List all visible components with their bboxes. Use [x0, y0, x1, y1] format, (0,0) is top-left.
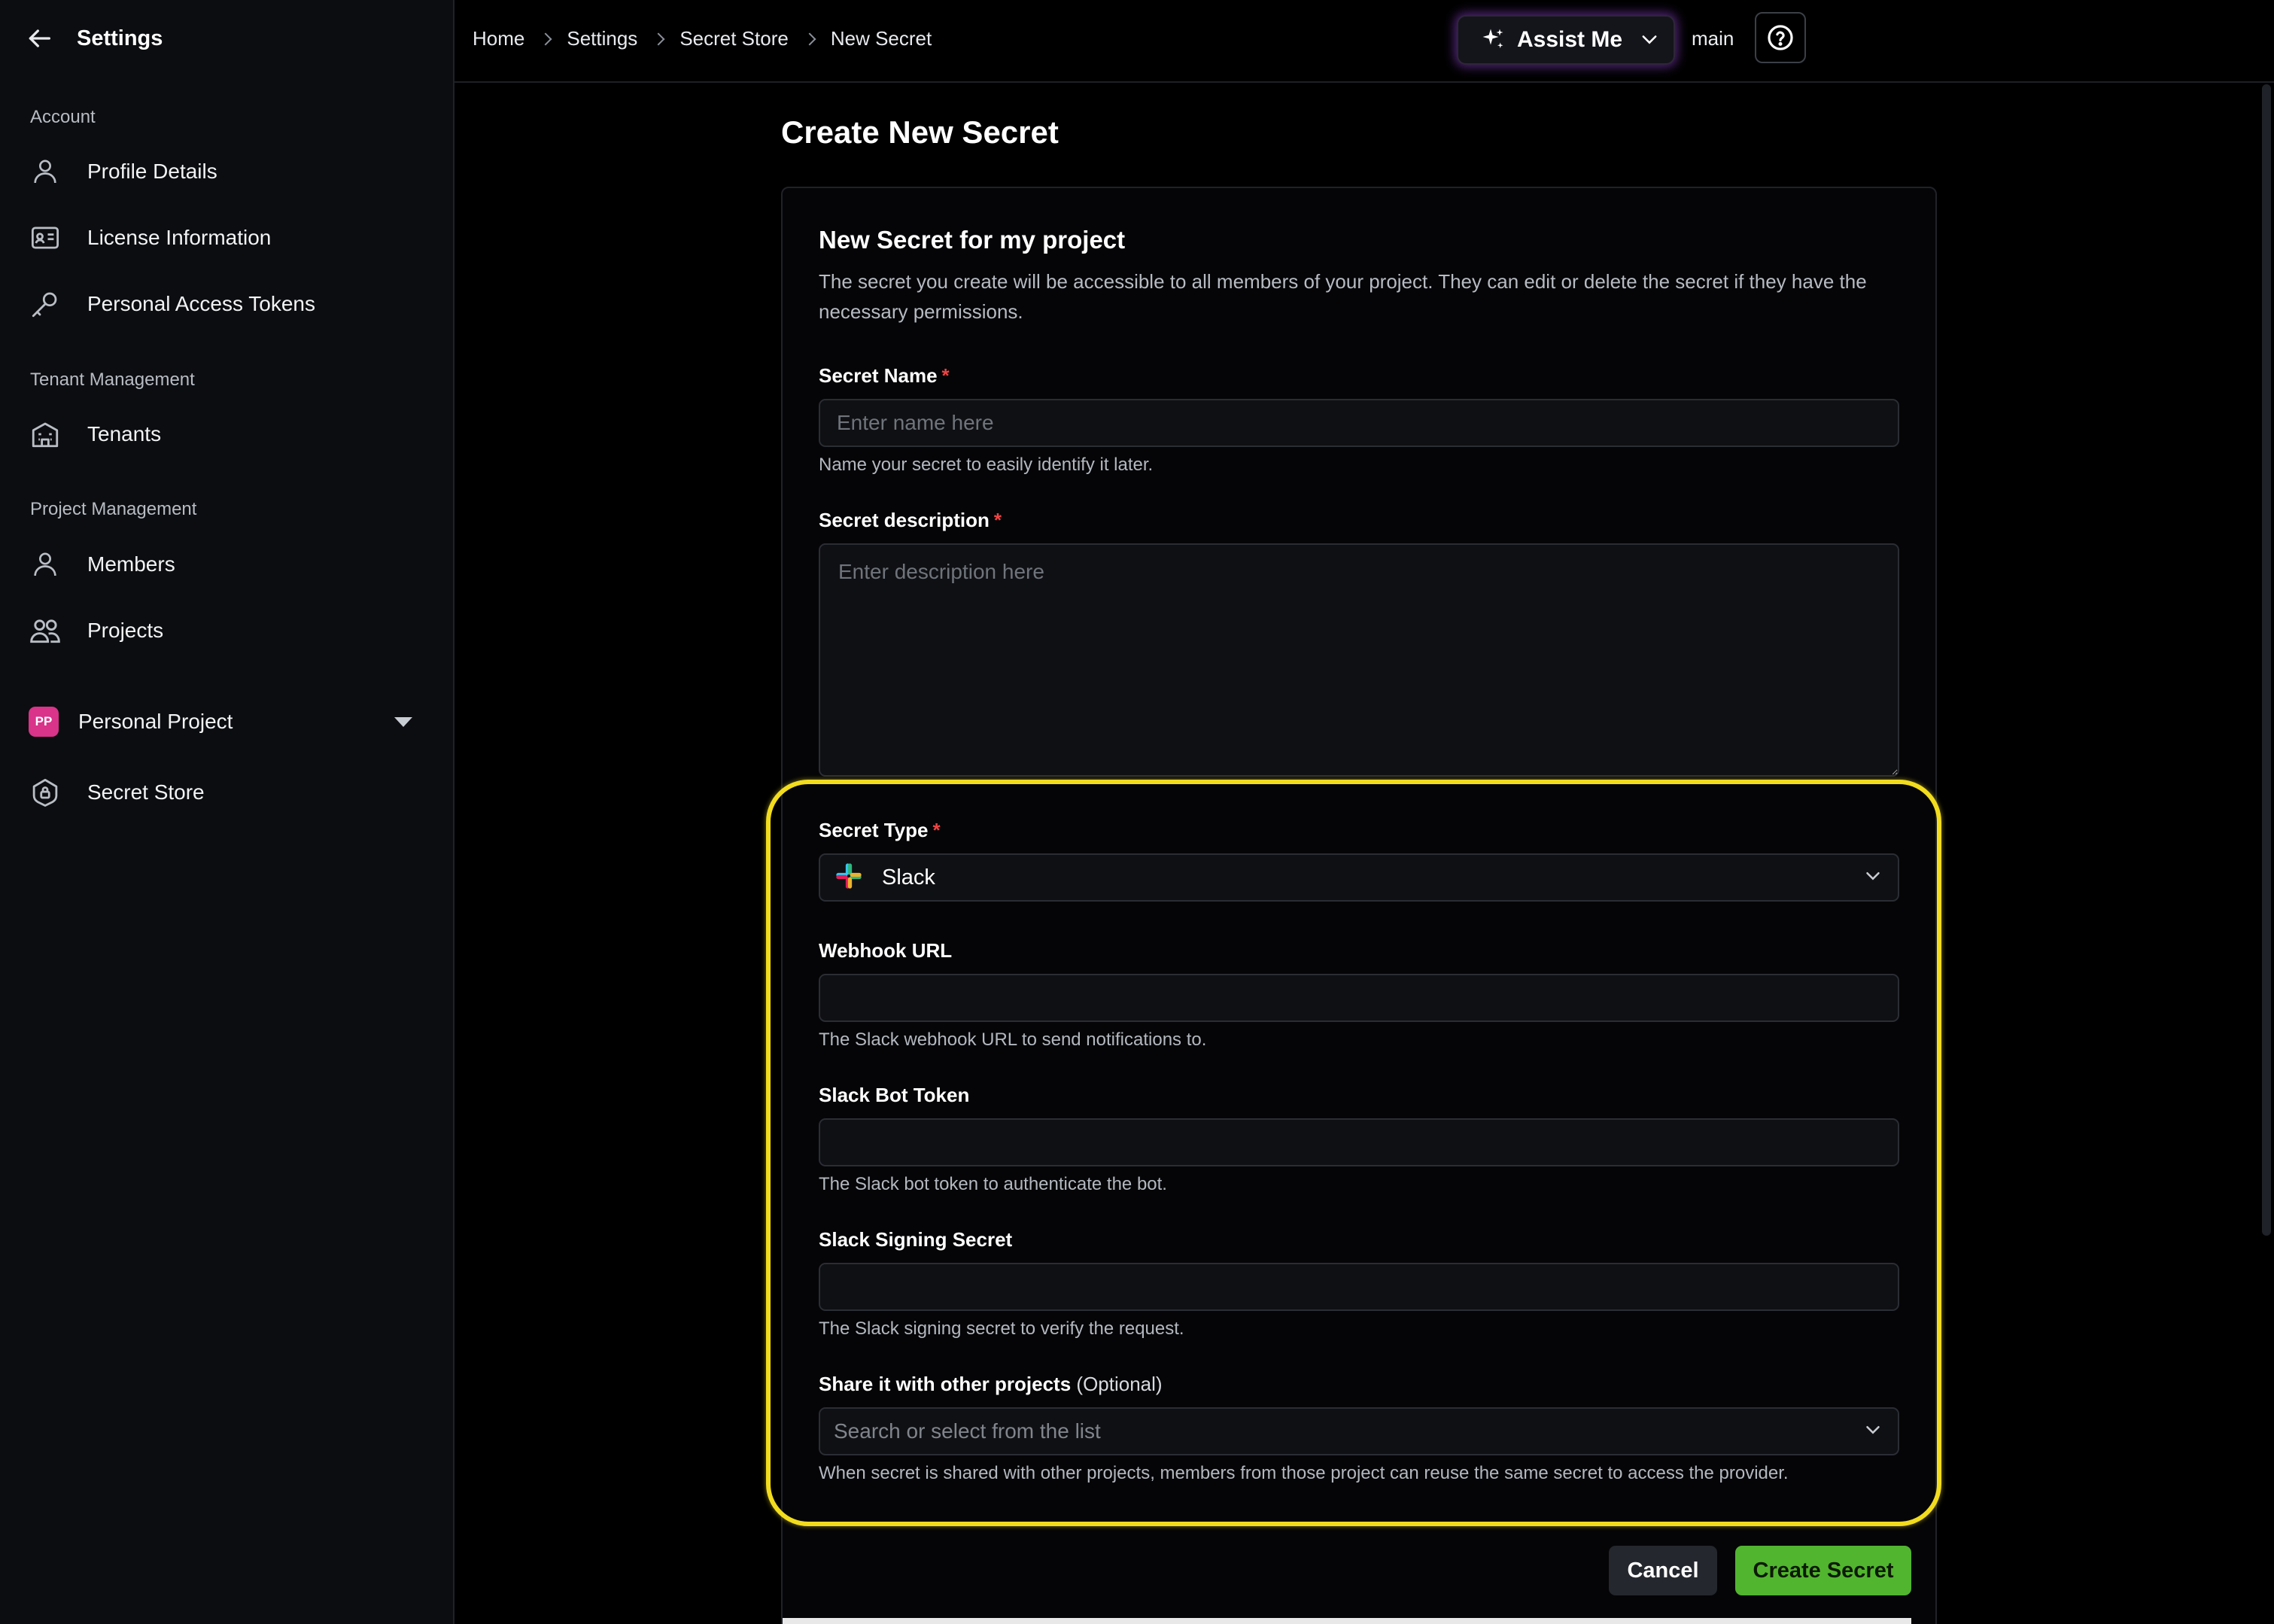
footer-edge: [783, 1618, 1911, 1624]
slack-signing-secret-label: Slack Signing Secret: [819, 1228, 1013, 1251]
sidebar-item-label: Personal Access Tokens: [87, 292, 315, 315]
slack-logo-icon: [834, 861, 864, 895]
sidebar-item-profile-details[interactable]: Profile Details: [29, 147, 427, 196]
assist-me-label: Assist Me: [1517, 27, 1623, 52]
secret-name-label-text: Secret Name: [819, 364, 938, 387]
app-root: Settings Account Profile Details License…: [0, 0, 2274, 1624]
sidebar-item-label: Projects: [87, 619, 164, 642]
webhook-url-input[interactable]: [819, 974, 1899, 1022]
chevron-down-icon: [1639, 29, 1660, 52]
project-badge: PP: [29, 707, 59, 737]
caret-down-icon: [394, 716, 412, 727]
breadcrumb-home[interactable]: Home: [473, 27, 524, 50]
card-description: The secret you create will be accessible…: [819, 270, 1867, 323]
slack-signing-secret-input[interactable]: [819, 1263, 1899, 1311]
secret-description-label: Secret description *: [819, 509, 1002, 532]
breadcrumb: Home Settings Secret Store New Secret: [473, 27, 932, 50]
chevron-down-icon: [1862, 865, 1884, 891]
secret-name-hint: Name your secret to easily identify it l…: [819, 455, 1154, 475]
secret-description-textarea[interactable]: [819, 543, 1899, 777]
user-icon: [29, 548, 62, 581]
breadcrumb-settings[interactable]: Settings: [567, 27, 637, 50]
chevron-down-icon: [1862, 1419, 1884, 1445]
assist-me-button[interactable]: Assist Me: [1457, 15, 1675, 65]
section-label-account: Account: [30, 107, 96, 127]
required-marker: *: [941, 364, 950, 387]
slack-bot-token-hint: The Slack bot token to authenticate the …: [819, 1174, 1167, 1194]
sidebar-item-personal-access-tokens[interactable]: Personal Access Tokens: [29, 280, 427, 328]
sidebar-item-license-information[interactable]: License Information: [29, 214, 427, 262]
sidebar: Settings Account Profile Details License…: [0, 0, 454, 1624]
id-card-icon: [29, 221, 62, 254]
chevron-right-icon: [539, 32, 552, 45]
page-title: Create New Secret: [781, 114, 1059, 150]
sparkles-icon: [1479, 26, 1506, 55]
sidebar-item-secret-store[interactable]: Secret Store: [29, 768, 427, 817]
optional-marker: (Optional): [1076, 1373, 1163, 1395]
share-projects-hint: When secret is shared with other project…: [819, 1463, 1789, 1483]
secret-type-select[interactable]: Slack: [819, 853, 1899, 902]
cancel-button[interactable]: Cancel: [1609, 1546, 1717, 1595]
sidebar-item-label: Members: [87, 552, 175, 576]
secret-name-label: Secret Name *: [819, 364, 950, 388]
sidebar-item-label: Secret Store: [87, 780, 205, 804]
lock-shield-icon: [29, 776, 62, 809]
project-switcher-label: Personal Project: [78, 710, 233, 733]
help-icon[interactable]: [1755, 12, 1806, 63]
secret-type-label: Secret Type *: [819, 819, 941, 842]
share-projects-placeholder: Search or select from the list: [834, 1419, 1101, 1443]
webhook-url-label: Webhook URL: [819, 939, 953, 962]
share-projects-label: Share it with other projects (Optional): [819, 1373, 1163, 1396]
section-label-tenant-management: Tenant Management: [30, 370, 195, 390]
secret-type-label-text: Secret Type: [819, 819, 929, 841]
back-arrow-icon[interactable]: [21, 20, 57, 56]
sidebar-item-label: Profile Details: [87, 160, 217, 183]
slack-bot-token-input[interactable]: [819, 1118, 1899, 1166]
secret-name-input[interactable]: [819, 399, 1899, 447]
sidebar-item-label: License Information: [87, 226, 272, 249]
slack-bot-token-label: Slack Bot Token: [819, 1084, 970, 1106]
users-group-icon: [29, 614, 62, 647]
branch-label[interactable]: main: [1692, 27, 1734, 50]
secret-type-value: Slack: [882, 865, 935, 890]
section-label-project-management: Project Management: [30, 499, 197, 519]
secret-description-label-text: Secret description: [819, 509, 990, 531]
user-icon: [29, 155, 62, 188]
chevron-right-icon: [652, 32, 665, 45]
sidebar-item-label: Tenants: [87, 422, 162, 446]
sidebar-item-tenants[interactable]: Tenants: [29, 410, 427, 458]
breadcrumb-secret-store[interactable]: Secret Store: [679, 27, 789, 50]
project-switcher[interactable]: PP Personal Project: [29, 703, 427, 741]
breadcrumb-new-secret: New Secret: [830, 27, 932, 50]
share-projects-label-text: Share it with other projects: [819, 1373, 1072, 1395]
share-projects-select[interactable]: Search or select from the list: [819, 1407, 1899, 1455]
sidebar-item-projects[interactable]: Projects: [29, 607, 427, 655]
sidebar-header: Settings: [21, 18, 163, 59]
page-scrollbar[interactable]: [2262, 84, 2271, 1236]
top-bar: Home Settings Secret Store New Secret: [454, 0, 2274, 83]
webhook-url-hint: The Slack webhook URL to send notificati…: [819, 1029, 1207, 1050]
card-title: New Secret for my project: [819, 226, 1126, 254]
building-icon: [29, 418, 62, 451]
required-marker: *: [932, 819, 941, 841]
chevron-right-icon: [803, 32, 816, 45]
key-icon: [29, 287, 62, 321]
sidebar-title: Settings: [77, 26, 163, 50]
required-marker: *: [993, 509, 1002, 531]
slack-signing-secret-hint: The Slack signing secret to verify the r…: [819, 1318, 1184, 1339]
sidebar-item-members[interactable]: Members: [29, 540, 427, 588]
create-secret-button[interactable]: Create Secret: [1735, 1546, 1911, 1595]
